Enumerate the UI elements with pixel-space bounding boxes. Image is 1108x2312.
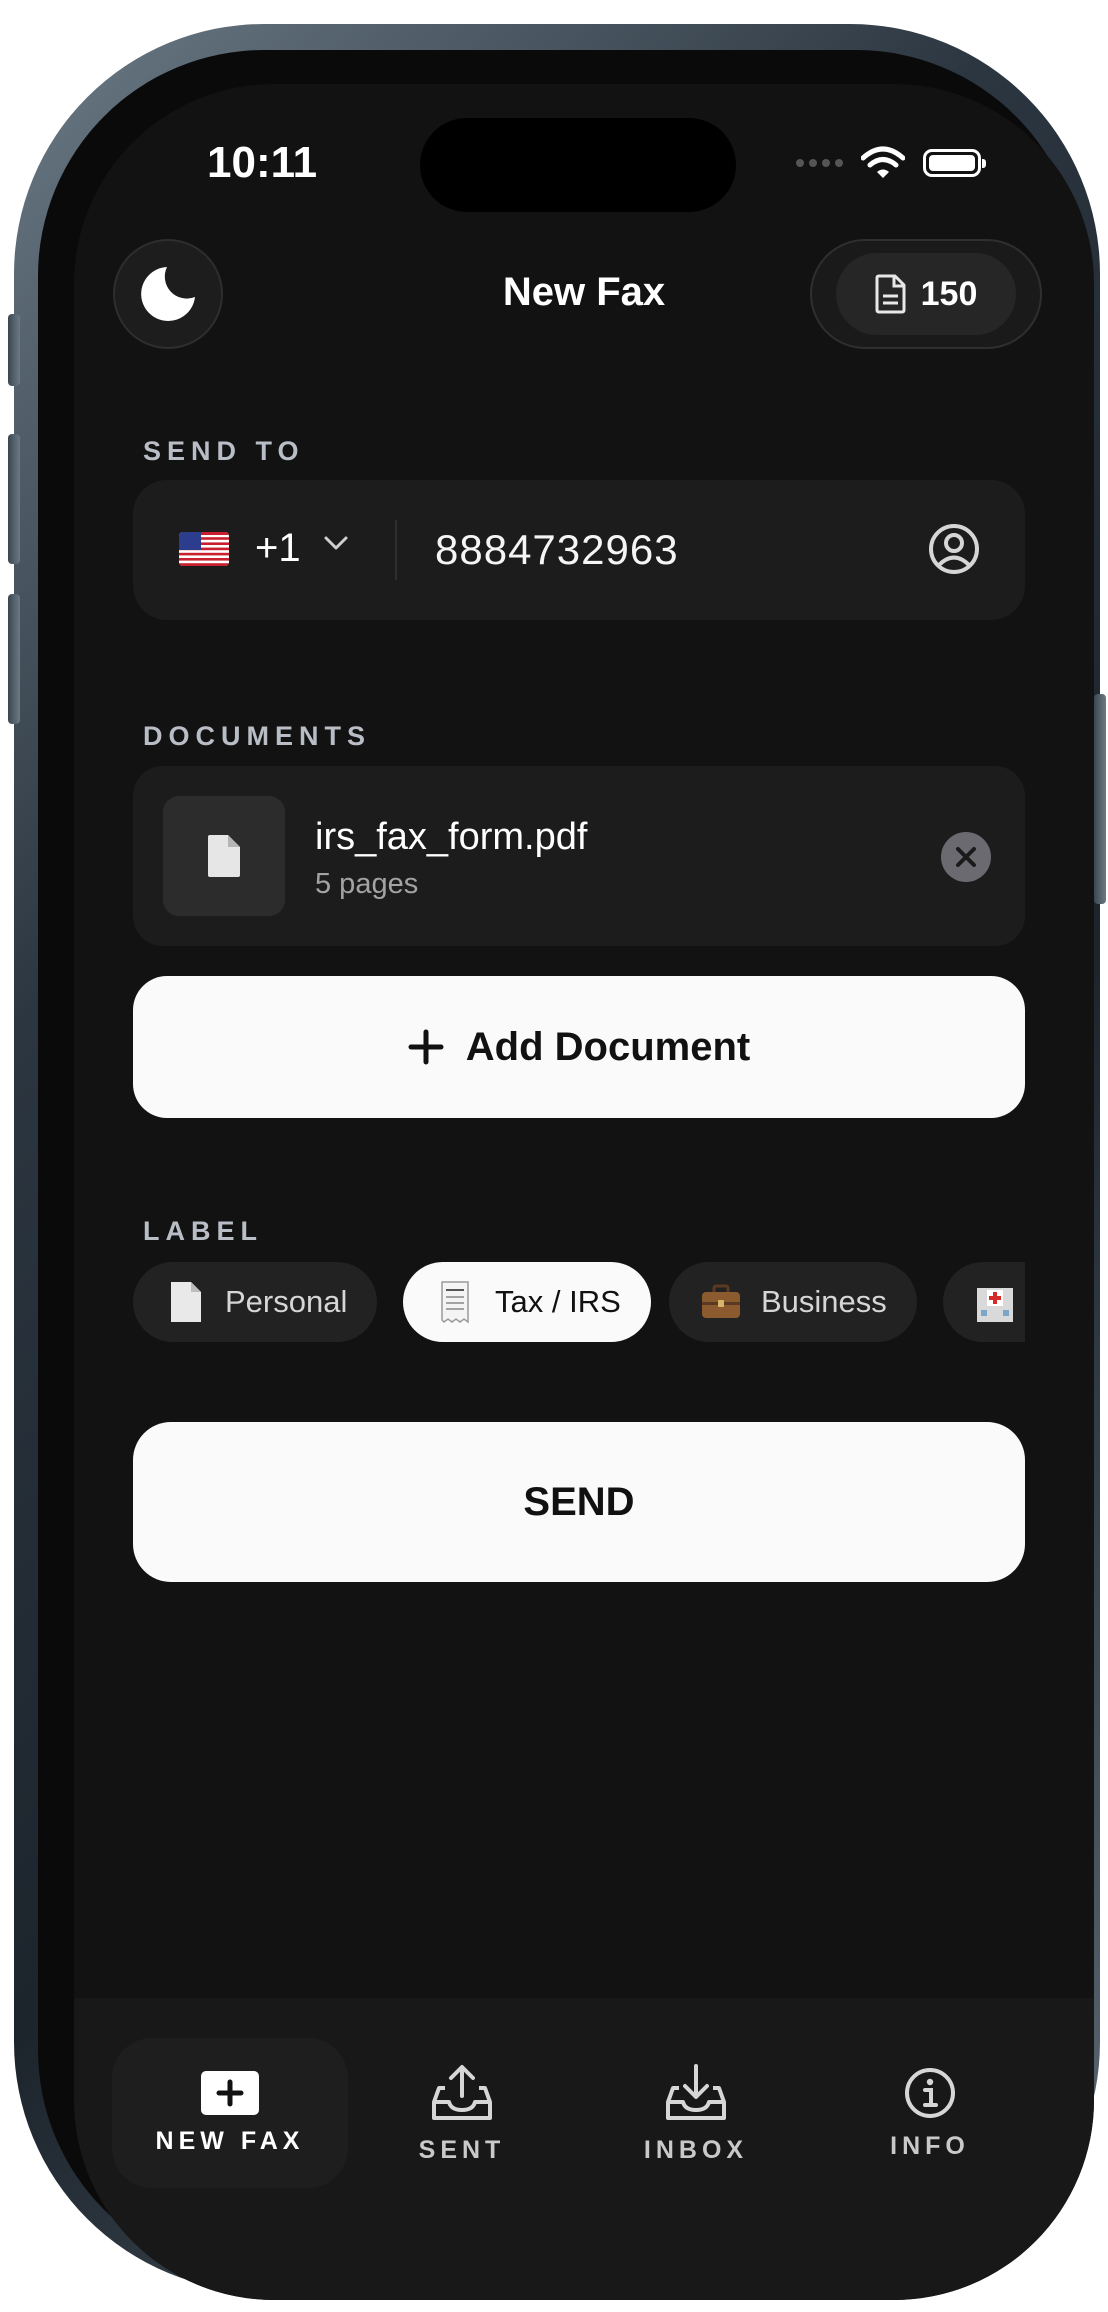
plus-icon xyxy=(408,1029,444,1065)
field-divider xyxy=(395,520,397,580)
tray-up-icon xyxy=(432,2064,492,2120)
tab-new-fax[interactable]: NEW FAX xyxy=(112,2038,348,2188)
battery-icon xyxy=(923,149,986,177)
document-name: irs_fax_form.pdf xyxy=(315,816,588,858)
info-icon xyxy=(905,2067,955,2118)
tab-sent[interactable]: SENT xyxy=(344,2038,580,2188)
status-icons xyxy=(796,146,986,180)
chip-label: Tax / IRS xyxy=(495,1284,621,1319)
credits-count: 150 xyxy=(920,274,978,313)
chip-label: Personal xyxy=(225,1284,348,1319)
action-button xyxy=(8,314,20,386)
file-icon xyxy=(208,835,240,877)
contact-icon[interactable] xyxy=(927,522,981,576)
close-icon xyxy=(956,847,976,867)
send-to-heading: SEND TO xyxy=(143,436,305,466)
tab-label: SENT xyxy=(418,2135,506,2164)
volume-down-button xyxy=(8,594,20,724)
plus-square-icon xyxy=(201,2070,259,2115)
volume-up-button xyxy=(8,434,20,564)
tab-label: NEW FAX xyxy=(155,2126,305,2155)
chip-label: Business xyxy=(761,1284,887,1319)
tray-down-icon xyxy=(666,2063,726,2120)
chip-business[interactable]: Business xyxy=(669,1262,917,1342)
tab-label: INFO xyxy=(890,2131,970,2160)
tab-label: INBOX xyxy=(643,2135,749,2164)
chevron-down-icon[interactable] xyxy=(323,534,349,552)
bezel: 10:11 New Fax 150 SEND TO +1 8884732963 … xyxy=(38,50,1094,2300)
file-thumbnail xyxy=(163,796,285,916)
phone-frame: 10:11 New Fax 150 SEND TO +1 8884732963 … xyxy=(8,24,1106,2300)
send-button[interactable]: SEND xyxy=(133,1422,1025,1582)
document-icon xyxy=(875,274,906,314)
chip-tax-irs[interactable]: Tax / IRS xyxy=(403,1262,651,1342)
screen: 10:11 New Fax 150 SEND TO +1 8884732963 … xyxy=(74,84,1094,2300)
receipt-emoji-icon xyxy=(441,1281,469,1324)
document-item[interactable]: irs_fax_form.pdf 5 pages xyxy=(133,766,1025,946)
credits-pill: 150 xyxy=(836,253,1016,335)
tab-info[interactable]: INFO xyxy=(812,2038,1048,2188)
dynamic-island xyxy=(420,118,736,212)
page-emoji-icon xyxy=(171,1282,201,1322)
documents-heading: DOCUMENTS xyxy=(143,721,371,751)
cellular-icon xyxy=(796,159,843,167)
phone-number-input[interactable]: 8884732963 xyxy=(435,526,679,574)
status-time: 10:11 xyxy=(207,138,318,187)
send-label: SEND xyxy=(523,1479,635,1524)
wifi-icon xyxy=(861,146,905,178)
page-title: New Fax xyxy=(502,270,666,314)
remove-document-button[interactable] xyxy=(941,832,991,882)
us-flag-icon[interactable] xyxy=(179,532,229,566)
phone-field: +1 8884732963 xyxy=(133,480,1025,620)
add-document-label: Add Document xyxy=(465,1024,751,1069)
chip-personal[interactable]: Personal xyxy=(133,1262,378,1342)
country-code[interactable]: +1 xyxy=(255,526,301,571)
add-document-button[interactable]: Add Document xyxy=(133,976,1025,1118)
moon-icon xyxy=(141,267,195,321)
label-heading: LABEL xyxy=(143,1216,263,1246)
briefcase-emoji-icon xyxy=(702,1284,740,1318)
credits-button[interactable]: 150 xyxy=(810,239,1042,349)
tab-bar: NEW FAX SENT INBOX INFO xyxy=(74,1998,1094,2300)
power-button xyxy=(1094,694,1106,904)
chip-medical[interactable] xyxy=(943,1262,1025,1342)
hospital-emoji-icon xyxy=(977,1288,1013,1322)
label-chip-row: Personal Tax / IRS Business xyxy=(133,1262,1025,1342)
tab-inbox[interactable]: INBOX xyxy=(578,2038,814,2188)
document-pages: 5 pages xyxy=(315,868,419,900)
theme-toggle-button[interactable] xyxy=(113,239,223,349)
